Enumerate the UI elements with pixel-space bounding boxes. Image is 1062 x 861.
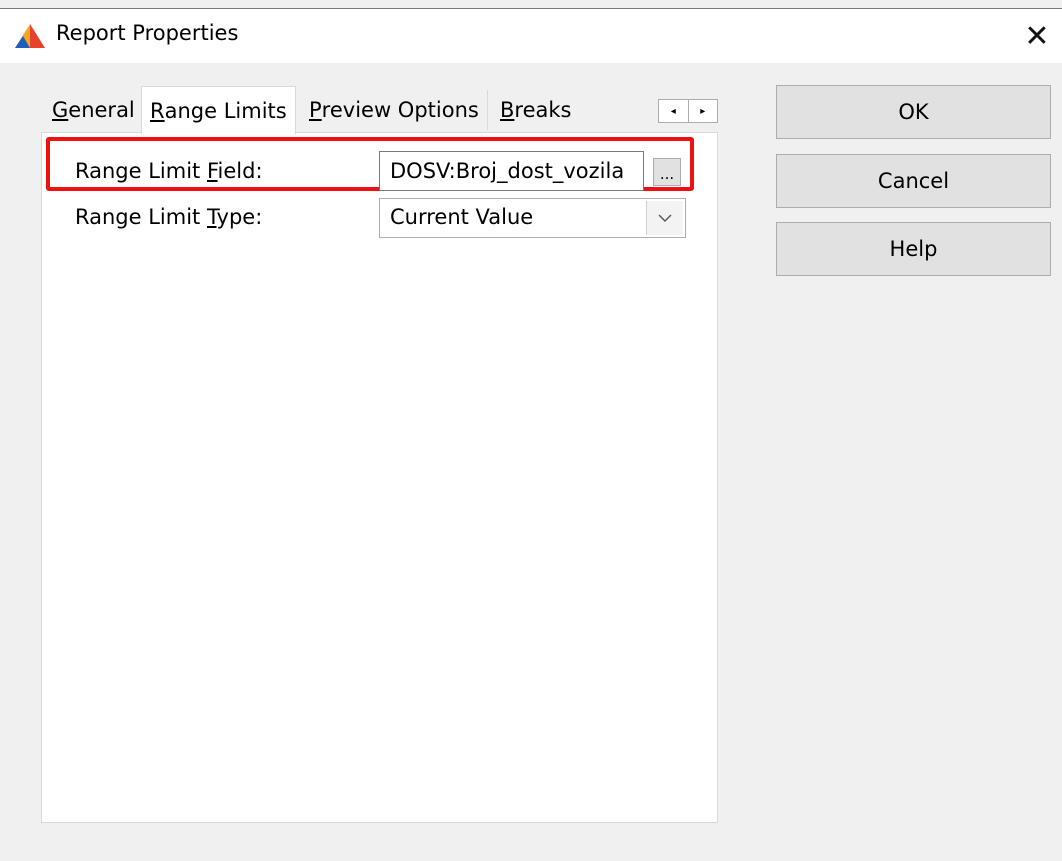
app-logo-icon	[15, 24, 45, 48]
report-properties-dialog: Report Properties ✕ General Range Limits…	[0, 0, 1062, 861]
tab-breaks-mnemonic: B	[500, 98, 515, 122]
chevron-down-icon[interactable]	[646, 201, 683, 235]
range-limit-type-select[interactable]: Current Value	[379, 198, 686, 238]
browse-field-button[interactable]: ...	[653, 158, 681, 186]
range-limit-field-label-pre: Range Limit	[75, 159, 207, 183]
tab-breaks[interactable]: Breaks	[492, 90, 580, 130]
range-limit-type-label-pre: Range Limit	[75, 205, 207, 229]
close-button[interactable]: ✕	[1012, 9, 1062, 63]
tab-preview-options-mnemonic: P	[309, 98, 322, 122]
close-icon: ✕	[1024, 18, 1050, 54]
range-limit-field-label-post: ield:	[217, 159, 263, 183]
range-limit-type-label: Range Limit Type:	[75, 205, 262, 229]
tab-range-limits-label: ange Limits	[164, 98, 287, 123]
tab-breaks-label: reaks	[514, 98, 572, 122]
tab-scroll-right-button[interactable]: ▸	[687, 100, 718, 122]
range-limit-field-input[interactable]: DOSV:Broj_dost_vozila	[379, 151, 644, 191]
cancel-button[interactable]: Cancel	[776, 154, 1051, 208]
range-limit-type-value: Current Value	[390, 205, 534, 229]
tab-general[interactable]: General	[44, 90, 143, 130]
help-button[interactable]: Help	[776, 222, 1051, 276]
tab-range-limits-mnemonic: R	[150, 98, 165, 123]
range-limits-panel: Range Limit Field: DOSV:Broj_dost_vozila…	[41, 132, 718, 823]
tab-scroll-left-button[interactable]: ◂	[659, 100, 688, 122]
tab-range-limits[interactable]: Range Limits	[141, 86, 296, 134]
tab-general-mnemonic: G	[52, 98, 69, 122]
tab-preview-options[interactable]: Preview Options	[301, 90, 488, 130]
title-bar: Report Properties ✕	[0, 8, 1062, 63]
range-limit-type-label-post: ype:	[216, 205, 263, 229]
range-limit-field-label: Range Limit Field:	[75, 159, 263, 183]
tab-general-label: eneral	[68, 98, 135, 122]
tab-scroll-buttons: ◂ ▸	[658, 99, 718, 123]
range-limit-type-mnemonic: T	[206, 205, 217, 229]
ok-button[interactable]: OK	[776, 85, 1051, 139]
dialog-title: Report Properties	[56, 21, 239, 45]
range-limit-field-mnemonic: F	[206, 159, 218, 183]
tab-preview-options-label: review Options	[321, 98, 479, 122]
